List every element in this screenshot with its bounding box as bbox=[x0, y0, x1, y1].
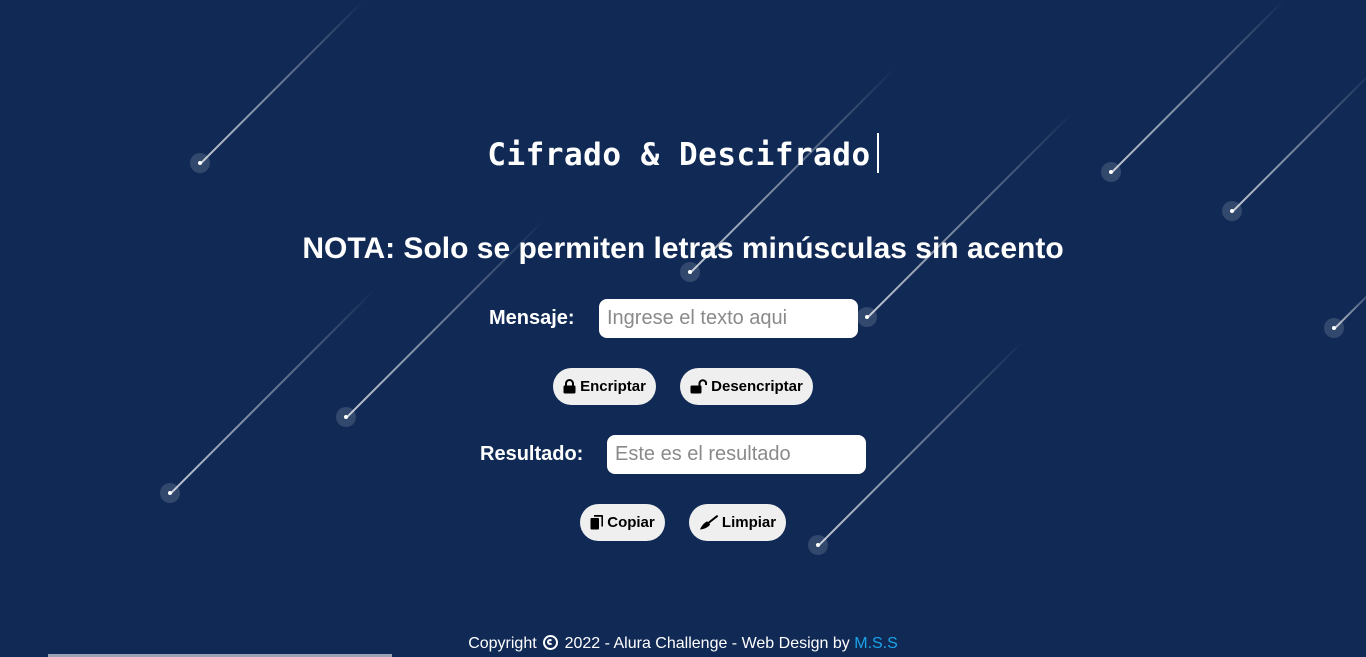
decrypt-label: Desencriptar bbox=[711, 378, 803, 395]
message-label: Mensaje: bbox=[489, 307, 575, 329]
result-label: Resultado: bbox=[480, 443, 584, 465]
note-text: NOTA: Solo se permiten letras minúsculas… bbox=[302, 232, 1064, 265]
footer-text: 2022 - Alura Challenge - Web Design by bbox=[564, 635, 850, 652]
message-input[interactable] bbox=[599, 299, 858, 338]
copy-icon bbox=[590, 515, 604, 530]
clear-label: Limpiar bbox=[721, 514, 777, 531]
copy-button[interactable]: Copiar bbox=[580, 504, 665, 541]
decrypt-button[interactable]: Desencriptar bbox=[680, 368, 813, 405]
result-output[interactable] bbox=[607, 435, 866, 474]
author-link[interactable]: M.S.S bbox=[854, 635, 898, 652]
copy-label: Copiar bbox=[607, 514, 655, 531]
page-title: Cifrado & Descifrado bbox=[0, 133, 1366, 173]
broom-icon bbox=[699, 515, 718, 530]
page-background: Cifrado & Descifrado NOTA: Solo se permi… bbox=[0, 0, 1366, 657]
copyright-icon bbox=[543, 635, 559, 650]
unlock-icon bbox=[690, 379, 708, 394]
encrypt-label: Encriptar bbox=[580, 378, 646, 395]
encrypt-button[interactable]: Encriptar bbox=[553, 368, 656, 405]
clear-button[interactable]: Limpiar bbox=[689, 504, 786, 541]
lock-icon bbox=[563, 379, 576, 394]
copyright-prefix: Copyright bbox=[468, 635, 537, 652]
footer: Copyright 2022 - Alura Challenge - Web D… bbox=[0, 635, 1366, 653]
typing-caret bbox=[876, 133, 879, 173]
